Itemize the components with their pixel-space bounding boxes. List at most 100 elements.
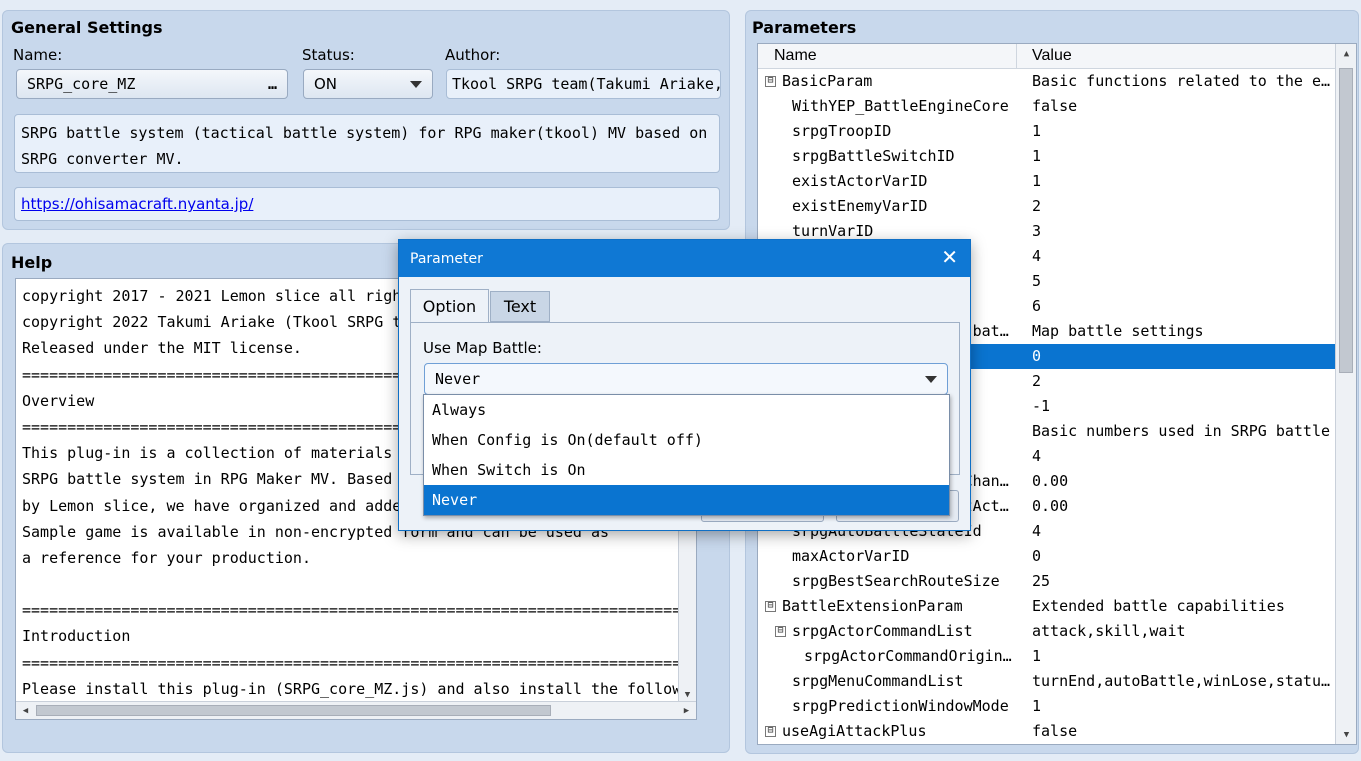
help-line: Please install this plug-in (SRPG_core_M…	[22, 679, 697, 698]
scroll-left-icon[interactable]: ◀	[17, 702, 34, 719]
parameter-value: 4	[1032, 447, 1042, 465]
parameter-name: BasicParam	[782, 72, 873, 90]
name-value: SRPG_core_MZ	[27, 75, 136, 93]
description-field[interactable]: SRPG battle system (tactical battle syst…	[14, 114, 720, 173]
parameter-value: Basic functions related to the e…	[1032, 72, 1331, 90]
parameter-value: 3	[1032, 222, 1042, 240]
parameter-value: 4	[1032, 522, 1042, 540]
parameter-value: 1	[1032, 697, 1042, 715]
url-field: https://ohisamacraft.nyanta.jp/	[14, 187, 720, 221]
name-label: Name:	[13, 46, 63, 64]
parameter-value: 2	[1032, 197, 1042, 215]
general-settings-title: General Settings	[11, 18, 163, 37]
parameter-value: 5	[1032, 272, 1042, 290]
parameters-scroll-thumb[interactable]	[1339, 68, 1353, 373]
parameter-value: 4	[1032, 247, 1042, 265]
parameter-row[interactable]: srpgPredictionWindowMode 1	[758, 694, 1336, 719]
plugin-url-link[interactable]: https://ohisamacraft.nyanta.jp/	[21, 195, 253, 213]
parameter-name: srpgPredictionWindowMode	[792, 697, 1009, 715]
author-value: Tkool SRPG team(Takumi Ariake,	[452, 75, 721, 93]
parameter-value: 6	[1032, 297, 1042, 315]
author-field[interactable]: Tkool SRPG team(Takumi Ariake,	[446, 69, 721, 99]
dropdown-option-selected[interactable]: Never	[424, 485, 949, 515]
dialog-title: Parameter	[410, 250, 483, 267]
parameter-value: turnEnd,autoBattle,winLose,statu…	[1032, 672, 1331, 690]
parameter-name: srpgTroopID	[792, 122, 892, 140]
name-field[interactable]: SRPG_core_MZ …	[16, 69, 288, 99]
parameter-value: Extended battle capabilities	[1032, 597, 1285, 615]
close-icon[interactable]: ✕	[941, 247, 958, 267]
scroll-up-icon[interactable]: ▲	[1338, 45, 1355, 62]
column-name-header[interactable]: Name	[774, 47, 817, 65]
collapse-icon[interactable]: ⊟	[775, 626, 786, 637]
scroll-right-icon[interactable]: ▶	[678, 702, 695, 719]
parameter-value: Map battle settings	[1032, 322, 1204, 340]
parameter-value: 1	[1032, 147, 1042, 165]
parameter-row[interactable]: ⊟ srpgActorCommandList attack,skill,wait	[758, 619, 1336, 644]
status-value: ON	[314, 75, 338, 93]
parameter-value: 0.00	[1032, 472, 1069, 490]
tab-option[interactable]: Option	[410, 289, 489, 322]
collapse-icon[interactable]: ⊟	[765, 601, 776, 612]
parameter-value: Basic numbers used in SRPG battle	[1032, 422, 1331, 440]
use-map-battle-select[interactable]: Never	[424, 363, 948, 395]
parameter-name: srpgBestSearchRouteSize	[792, 572, 1000, 590]
chevron-down-icon	[410, 80, 422, 88]
parameter-row[interactable]: ⊟ BasicParam Basic functions related to th…	[758, 69, 1336, 94]
parameter-row[interactable]: ⊟ useAgiAttackPlus false	[758, 719, 1336, 744]
parameter-row[interactable]: srpgTroopID 1	[758, 119, 1336, 144]
parameter-value: 25	[1032, 572, 1051, 590]
parameter-value: false	[1032, 97, 1078, 115]
parameter-row[interactable]: srpgBattleSwitchID 1	[758, 144, 1336, 169]
collapse-icon[interactable]: ⊟	[765, 76, 776, 87]
parameter-row[interactable]: WithYEP_BattleEngineCore false	[758, 94, 1336, 119]
parameter-name: useAgiAttackPlus	[782, 722, 927, 740]
scroll-down-icon[interactable]: ▼	[1338, 726, 1355, 743]
parameter-value: 0	[1032, 547, 1042, 565]
parameter-row[interactable]: srpgBestSearchRouteSize 25	[758, 569, 1336, 594]
parameter-name: srpgActorCommandOrigin…	[804, 647, 1012, 665]
help-title: Help	[11, 253, 53, 272]
parameters-title: Parameters	[752, 18, 857, 37]
chevron-down-icon	[925, 375, 937, 383]
parameter-row[interactable]: ⊟ BattleExtensionParam Extended battle cap…	[758, 594, 1336, 619]
dropdown-option[interactable]: When Switch is On	[424, 455, 949, 485]
parameter-value: 1	[1032, 172, 1042, 190]
parameter-row[interactable]: srpgMenuCommandList turnEnd,autoBattle,wi…	[758, 669, 1336, 694]
parameter-value: -1	[1032, 397, 1051, 415]
parameters-vertical-scrollbar[interactable]: ▲ ▼	[1335, 44, 1356, 744]
parameter-row[interactable]: maxActorVarID 0	[758, 544, 1336, 569]
parameter-value: 1	[1032, 647, 1042, 665]
help-hscroll-thumb[interactable]	[36, 705, 551, 716]
parameter-value: false	[1032, 722, 1078, 740]
use-map-battle-label: Use Map Battle:	[423, 339, 542, 357]
column-divider	[1016, 44, 1017, 69]
description-line: SRPG converter MV.	[21, 150, 184, 168]
author-label: Author:	[445, 46, 501, 64]
help-line: a reference for your production.	[22, 548, 311, 567]
general-settings-panel: General Settings Name: Status: Author: S…	[2, 10, 730, 230]
dropdown-option[interactable]: Always	[424, 395, 949, 425]
dropdown-option[interactable]: When Config is On(default off)	[424, 425, 949, 455]
parameter-name: srpgBattleSwitchID	[792, 147, 955, 165]
more-icon[interactable]: …	[268, 75, 277, 93]
help-line	[16, 571, 696, 597]
parameters-header: Name Value	[758, 44, 1336, 69]
parameter-name: existEnemyVarID	[792, 197, 928, 215]
parameter-value: 2	[1032, 372, 1042, 390]
parameter-row[interactable]: srpgActorCommandOrigin… 1	[758, 644, 1336, 669]
parameter-row[interactable]: existActorVarID 1	[758, 169, 1336, 194]
parameter-name: WithYEP_BattleEngineCore	[792, 97, 1009, 115]
parameter-value: 0.00	[1032, 497, 1069, 515]
description-line: SRPG battle system (tactical battle syst…	[21, 124, 708, 142]
parameter-name: existActorVarID	[792, 172, 928, 190]
parameter-name: maxActorVarID	[792, 547, 910, 565]
help-line: Introduction	[22, 627, 131, 646]
column-value-header[interactable]: Value	[1032, 47, 1072, 65]
parameter-name: srpgActorCommandList	[792, 622, 973, 640]
tab-text[interactable]: Text	[490, 291, 550, 322]
parameter-row[interactable]: existEnemyVarID 2	[758, 194, 1336, 219]
collapse-icon[interactable]: ⊟	[765, 726, 776, 737]
status-select[interactable]: ON	[303, 69, 433, 99]
help-horizontal-scrollbar[interactable]: ◀ ▶	[16, 701, 696, 719]
